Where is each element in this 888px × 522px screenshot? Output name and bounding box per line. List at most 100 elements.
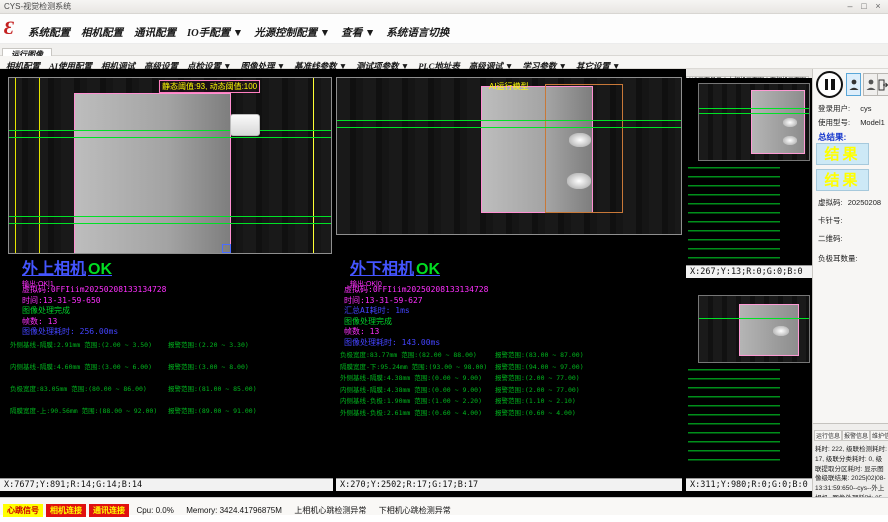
close-button[interactable]: × — [871, 0, 885, 13]
tab-count-label: 负极耳数量: — [818, 253, 858, 264]
pin-number-label: 卡针号: — [818, 215, 843, 226]
model-row: 使用型号: Model1 — [818, 117, 885, 128]
stats-text: 耗时: 222, 级联检测耗时: 17, 级联分类耗时: 0, 级联提取分区耗时… — [813, 443, 888, 497]
thumbnail-tabs: NG画面显示上相机画面图下相机画面图 — [686, 69, 812, 78]
measurement-row: 负极宽度:83.77mm 范围:(82.00 ~ 88.00) 报警范围:(83… — [340, 349, 682, 361]
info-line: 汇总AI耗时: 1ms — [344, 306, 488, 317]
measurement-row: 内侧基线-负极:1.90mm 范围:(1.00 ~ 2.20) 报警范围:(1.… — [340, 395, 682, 407]
menu-bar: Ɛ 系统配置相机配置通讯配置 IO手配置 ▼ 光源控制配置 ▼ 查看 ▼ 系统语言切换 — [0, 14, 888, 44]
user-icon — [849, 79, 859, 91]
camera-upper-measurements: 外侧基线-隔膜:2.91mm 范围:(2.00 ~ 3.50) 报警范围:(2.… — [10, 339, 334, 427]
inspected-cell — [74, 93, 231, 254]
thumbnail-tab[interactable]: 上相机画面图 — [725, 76, 767, 78]
inspected-cell — [739, 304, 799, 356]
stats-tab[interactable]: 报警信息 — [842, 430, 870, 441]
login-user-label: 登录用户: — [818, 104, 850, 113]
user-gear-icon — [866, 79, 876, 91]
info-line: 图像处理完成 — [344, 317, 488, 328]
measurement-row: 内侧基线-隔膜:4.38mm 范围:(0.00 ~ 9.00) 报警范围:(2.… — [340, 384, 682, 396]
ai-model-overlay: AI运行模型 — [489, 81, 529, 92]
status-bar: 心跳信号相机连接通讯连接 Cpu: 0.0% Memory: 3424.4179… — [0, 497, 888, 515]
roi-rect — [545, 84, 623, 213]
thumbnail-view-latest[interactable] — [698, 295, 810, 363]
menu-item[interactable]: 系统语言切换 — [386, 25, 449, 40]
memory-usage: Memory: 3424.41796875M — [186, 506, 282, 515]
calibration-line — [15, 78, 16, 253]
model-label: 使用型号: — [818, 118, 850, 127]
baseline — [337, 127, 681, 128]
title-bar: CYS-视觉检测系统 –□× — [0, 0, 888, 14]
login-user-value: cys — [860, 104, 871, 113]
measurement-row: 内侧基线-隔膜:4.60mm 范围:(3.00 ~ 6.00) 报警范围:(3.… — [10, 361, 334, 383]
stats-panel: 运行信息报警信息维护信息 耗时: 222, 级联检测耗时: 17, 级联分类耗时… — [813, 423, 888, 497]
app-logo-icon: Ɛ — [4, 18, 24, 40]
menu-item[interactable]: 系统配置 — [28, 25, 70, 40]
camera-view-upper[interactable]: 静态阈值:93, 动态阈值:100 — [8, 77, 332, 254]
camera-view-lower[interactable]: AI运行模型 — [336, 77, 682, 235]
info-line: 帧数: 13 — [344, 327, 488, 338]
result-box-lower: 结果 — [816, 169, 869, 191]
status-badge: 心跳信号 — [3, 504, 43, 517]
pause-button[interactable] — [816, 71, 843, 98]
heartbeat-msg-lower: 下相机心跳检测异常 — [379, 506, 451, 515]
camera-result: OK — [88, 261, 112, 278]
menu-item[interactable]: 查看 ▼ — [341, 25, 375, 40]
minimize-button[interactable]: – — [843, 0, 857, 13]
camera-lower-measurements: 负极宽度:83.77mm 范围:(82.00 ~ 88.00) 报警范围:(83… — [340, 349, 682, 418]
baseline — [9, 137, 331, 138]
measurement-row: 外侧基线-隔膜:4.38mm 范围:(0.00 ~ 9.00) 报警范围:(2.… — [340, 372, 682, 384]
virtual-code-value: 20250208 — [848, 198, 881, 207]
highlight-blob — [773, 326, 789, 336]
info-line: 虚拟码:0FFIiim20250208133134728 — [344, 285, 488, 296]
status-badge: 通讯连接 — [89, 504, 129, 517]
total-result-label: 总结果: — [818, 131, 846, 143]
info-line: 图像处理耗时: 256.00ms — [22, 327, 166, 338]
qr-code-label: 二维码: — [818, 233, 843, 244]
exit-button[interactable] — [877, 73, 888, 96]
control-sidebar: 登录用户: cys 使用型号: Model1 总结果: 结果 结果 虚拟码: 2… — [812, 69, 888, 497]
stats-tabs: 运行信息报警信息维护信息 — [813, 424, 888, 443]
baseline — [9, 130, 331, 131]
measurement-row: 隔膜宽度-下:95.24mm 范围:(93.00 ~ 98.00) 报警范围:(… — [340, 361, 682, 373]
baseline — [699, 318, 809, 319]
thumbnail-tab[interactable]: NG画面显示 — [686, 76, 725, 78]
menu-item[interactable]: 通讯配置 — [134, 25, 176, 40]
window-title: CYS-视觉检测系统 — [4, 2, 71, 11]
menu-item[interactable]: 相机配置 — [81, 25, 123, 40]
engineer-login-button[interactable] — [863, 73, 878, 96]
camera-result: OK — [416, 261, 440, 278]
camera-lower-result-title: 外下相机OK 输出:OK|0 — [350, 255, 440, 289]
info-line: 时间:13-31-59-627 — [344, 296, 488, 307]
measurement-row: 负极宽度:83.05mm 范围:(80.00 ~ 86.00) 报警范围:(81… — [10, 383, 334, 405]
camera-lower-info: 虚拟码:0FFIiim20250208133134728时间:13-31-59-… — [344, 285, 488, 348]
menu-item[interactable]: IO手配置 ▼ — [187, 25, 243, 40]
menu-item[interactable]: 光源控制配置 ▼ — [254, 25, 330, 40]
stats-tab[interactable]: 运行信息 — [814, 430, 842, 441]
tab-connector — [230, 114, 260, 136]
result-box-upper: 结果 — [816, 143, 869, 165]
baseline — [9, 223, 331, 224]
camera-upper-info: 虚拟码:0FFIiim20250208133134728时间:13-31-59-… — [22, 285, 166, 338]
thumbnail-tab[interactable]: 下相机画面图 — [767, 76, 809, 78]
stats-tab[interactable]: 维护信息 — [870, 430, 888, 441]
baseline — [699, 108, 809, 109]
baseline — [9, 216, 331, 217]
highlight-blob — [783, 118, 797, 127]
info-line: 图像处理完成 — [22, 306, 166, 317]
exit-door-icon — [878, 79, 888, 91]
camera-upper-pixel-status: X:7677;Y:891;R:14;G:14;B:14 — [0, 478, 333, 491]
thumbnail-ng-pixel-status: X:267;Y:13;R:0;G:0;B:0 — [686, 265, 812, 278]
model-value: Model1 — [860, 118, 885, 127]
window-controls: –□× — [843, 0, 885, 14]
operator-login-button[interactable] — [846, 73, 861, 96]
highlight-blob — [569, 133, 591, 147]
status-badge: 相机连接 — [46, 504, 86, 517]
highlight-blob — [783, 136, 797, 145]
thumbnail-latest-pixel-status: X:311;Y:980;R:0;G:0;B:0 — [686, 478, 812, 491]
camera-upper-result-title: 外上相机OK 输出:OK|1 — [22, 255, 112, 289]
maximize-button[interactable]: □ — [857, 0, 871, 13]
status-badges: 心跳信号相机连接通讯连接 — [3, 500, 132, 517]
camera-name: 外下相机 — [350, 261, 414, 278]
main-area: 静态阈值:93, 动态阈值:100 AI运行模型 外上相机OK 输出:OK|1 … — [0, 69, 812, 497]
thumbnail-view-ng[interactable] — [698, 83, 810, 161]
